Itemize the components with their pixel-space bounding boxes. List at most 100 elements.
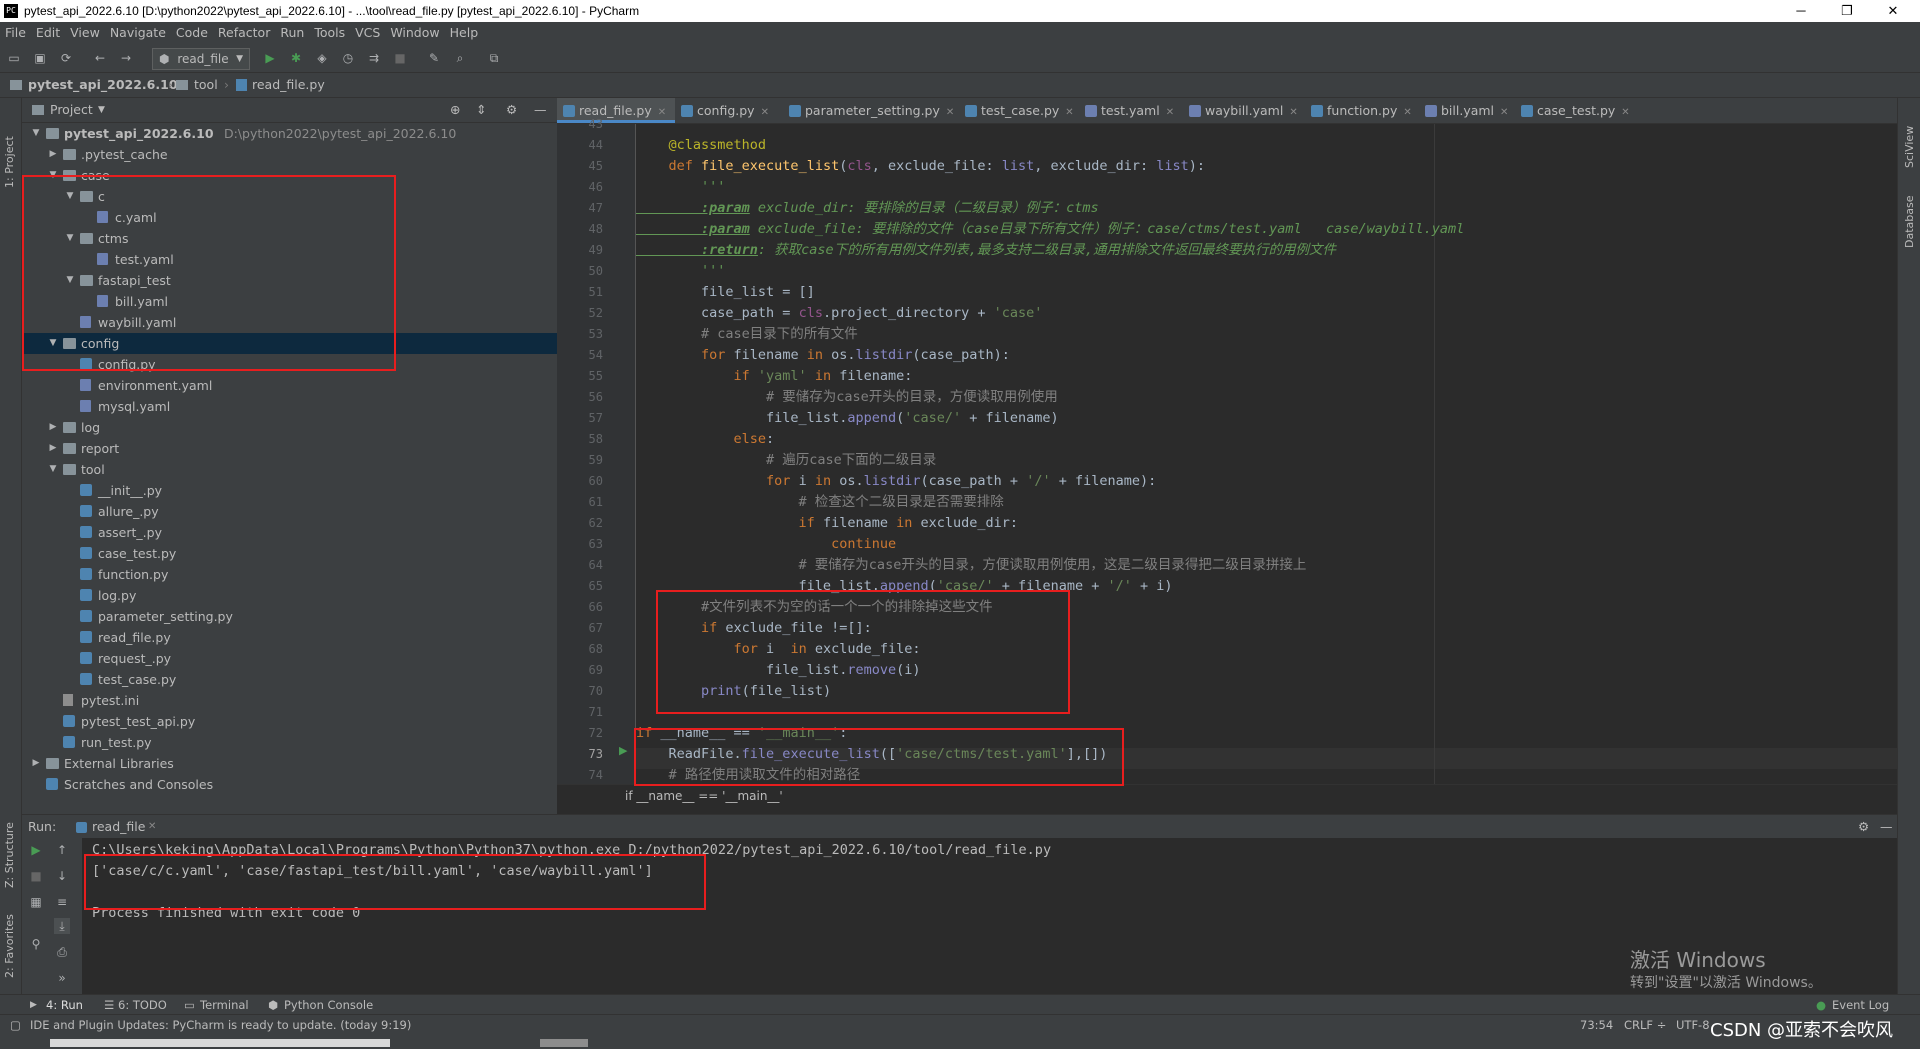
menu-refactor[interactable]: Refactor xyxy=(213,22,275,44)
sync-icon[interactable]: ⟳ xyxy=(58,50,74,66)
tree-item[interactable]: ▼ tool xyxy=(22,459,557,480)
maximize-button[interactable]: ❐ xyxy=(1824,0,1870,22)
open-folder-icon[interactable]: ▭ xyxy=(6,50,22,66)
chevron-down-icon[interactable]: ▼ xyxy=(98,98,105,122)
terminal-tool-button[interactable]: Terminal xyxy=(200,995,249,1015)
tree-item[interactable]: allure_.py xyxy=(22,501,557,522)
soft-wrap-icon[interactable]: ≡ xyxy=(54,894,70,910)
collapsed-arrow-icon[interactable]: ▶ xyxy=(30,753,42,774)
tree-item[interactable]: Scratches and Consoles xyxy=(22,774,557,795)
hide-icon[interactable]: — xyxy=(1880,815,1893,839)
up-arrow-icon[interactable]: ↑ xyxy=(54,842,70,858)
gear-icon[interactable]: ⚙ xyxy=(1858,815,1869,839)
python-console-tool-button[interactable]: Python Console xyxy=(284,995,373,1015)
caret-position[interactable]: 73:54 xyxy=(1580,1015,1613,1035)
run-configuration-select[interactable]: ⬢ read_file ▼ xyxy=(152,48,250,70)
stop-icon[interactable]: ■ xyxy=(28,868,44,884)
debug-icon[interactable]: ✱ xyxy=(288,50,304,66)
editor-breadcrumb-scope[interactable]: if __name__ == '__main__' xyxy=(625,785,783,807)
close-tab-icon[interactable]: ✕ xyxy=(761,107,769,118)
expanded-arrow-icon[interactable]: ▼ xyxy=(30,123,42,144)
forward-arrow-icon[interactable]: → xyxy=(118,50,134,66)
save-all-icon[interactable]: ▣ xyxy=(32,50,48,66)
todo-tool-button[interactable]: 6: TODO xyxy=(118,995,167,1015)
breadcrumb-folder[interactable]: tool xyxy=(194,73,218,97)
hide-icon[interactable]: — xyxy=(534,98,547,122)
scrollbar-thumb[interactable] xyxy=(540,1039,588,1047)
menu-file[interactable]: File xyxy=(0,22,31,44)
close-icon[interactable]: ✕ xyxy=(148,815,156,839)
rerun-icon[interactable]: ⇉ xyxy=(366,50,382,66)
editor-tab[interactable]: parameter_setting.py ✕ xyxy=(783,98,959,123)
editor-tab[interactable]: function.py ✕ xyxy=(1305,98,1419,123)
layout-icon[interactable]: ▦ xyxy=(28,894,44,910)
run-gutter-icon[interactable]: ▶ xyxy=(619,744,627,757)
more-icon[interactable]: » xyxy=(54,970,70,986)
stop-icon[interactable]: ■ xyxy=(392,50,408,66)
profile-icon[interactable]: ◷ xyxy=(340,50,356,66)
locate-icon[interactable]: ⊕ xyxy=(450,98,460,122)
scroll-to-end-icon[interactable]: ⤓ xyxy=(54,918,70,934)
tree-item[interactable]: ▼ pytest_api_2022.6.10 D:\python2022\pytes… xyxy=(22,123,557,144)
tree-item[interactable]: environment.yaml xyxy=(22,375,557,396)
tree-item[interactable]: log.py xyxy=(22,585,557,606)
tree-item[interactable]: test_case.py xyxy=(22,669,557,690)
tree-item[interactable]: ▶ log xyxy=(22,417,557,438)
collapsed-arrow-icon[interactable]: ▶ xyxy=(47,417,59,438)
menu-window[interactable]: Window xyxy=(385,22,444,44)
tree-item[interactable]: pytest_test_api.py xyxy=(22,711,557,732)
print-icon[interactable]: ⎙ xyxy=(54,944,70,960)
tree-item[interactable]: function.py xyxy=(22,564,557,585)
project-tool-button[interactable]: 1: Project xyxy=(3,136,16,188)
tree-item[interactable]: mysql.yaml xyxy=(22,396,557,417)
event-log-tool-button[interactable]: Event Log xyxy=(1832,995,1889,1015)
expanded-arrow-icon[interactable]: ▼ xyxy=(47,459,59,480)
structure-tool-button[interactable]: Z: Structure xyxy=(3,822,16,888)
menu-navigate[interactable]: Navigate xyxy=(105,22,171,44)
tree-item[interactable]: ▶ report xyxy=(22,438,557,459)
status-message[interactable]: IDE and Plugin Updates: PyCharm is ready… xyxy=(30,1015,411,1035)
sciview-tool-button[interactable]: SciView xyxy=(1903,126,1916,168)
tree-item[interactable]: parameter_setting.py xyxy=(22,606,557,627)
menu-code[interactable]: Code xyxy=(171,22,213,44)
horizontal-scrollbar[interactable] xyxy=(50,1039,390,1047)
tree-item[interactable]: ▶ External Libraries xyxy=(22,753,557,774)
database-tool-button[interactable]: Database xyxy=(1903,196,1916,249)
line-separator[interactable]: CRLF ÷ xyxy=(1624,1015,1666,1035)
tree-item[interactable]: run_test.py xyxy=(22,732,557,753)
rerun-icon[interactable]: ▶ xyxy=(28,842,44,858)
close-tab-icon[interactable]: ✕ xyxy=(1166,107,1174,118)
collapse-all-icon[interactable]: ⇕ xyxy=(476,98,486,122)
menu-vcs[interactable]: VCS xyxy=(350,22,385,44)
breadcrumb-project[interactable]: pytest_api_2022.6.10 xyxy=(28,73,178,97)
run-icon[interactable]: ▶ xyxy=(262,50,278,66)
menu-run[interactable]: Run xyxy=(275,22,309,44)
file-encoding[interactable]: UTF-8 xyxy=(1676,1015,1710,1035)
tree-item[interactable]: read_file.py xyxy=(22,627,557,648)
menu-tools[interactable]: Tools xyxy=(309,22,350,44)
tree-item[interactable]: assert_.py xyxy=(22,522,557,543)
search-icon[interactable]: ⌕ xyxy=(452,50,468,66)
back-arrow-icon[interactable]: ← xyxy=(92,50,108,66)
project-view-select[interactable]: Project xyxy=(50,98,93,122)
close-tab-icon[interactable]: ✕ xyxy=(658,107,666,118)
down-arrow-icon[interactable]: ↓ xyxy=(54,868,70,884)
editor-tab[interactable]: test_case.py ✕ xyxy=(959,98,1079,123)
close-window-button[interactable]: ✕ xyxy=(1870,0,1916,22)
pin-icon[interactable]: ⚲ xyxy=(28,936,44,952)
editor-tab[interactable]: case_test.py ✕ xyxy=(1515,98,1630,123)
close-tab-icon[interactable]: ✕ xyxy=(1065,107,1073,118)
gear-icon[interactable]: ⚙ xyxy=(506,98,517,122)
collapsed-arrow-icon[interactable]: ▶ xyxy=(47,144,59,165)
menu-view[interactable]: View xyxy=(65,22,105,44)
close-tab-icon[interactable]: ✕ xyxy=(1621,107,1629,118)
editor-tab[interactable]: bill.yaml ✕ xyxy=(1419,98,1515,123)
collapsed-arrow-icon[interactable]: ▶ xyxy=(47,438,59,459)
tree-item[interactable]: __init__.py xyxy=(22,480,557,501)
run-tool-button[interactable]: 4: Run xyxy=(46,995,83,1015)
editor-tab[interactable]: test.yaml ✕ xyxy=(1079,98,1183,123)
menu-help[interactable]: Help xyxy=(445,22,484,44)
editor-tab[interactable]: waybill.yaml ✕ xyxy=(1183,98,1305,123)
menu-edit[interactable]: Edit xyxy=(31,22,65,44)
close-tab-icon[interactable]: ✕ xyxy=(1289,107,1297,118)
